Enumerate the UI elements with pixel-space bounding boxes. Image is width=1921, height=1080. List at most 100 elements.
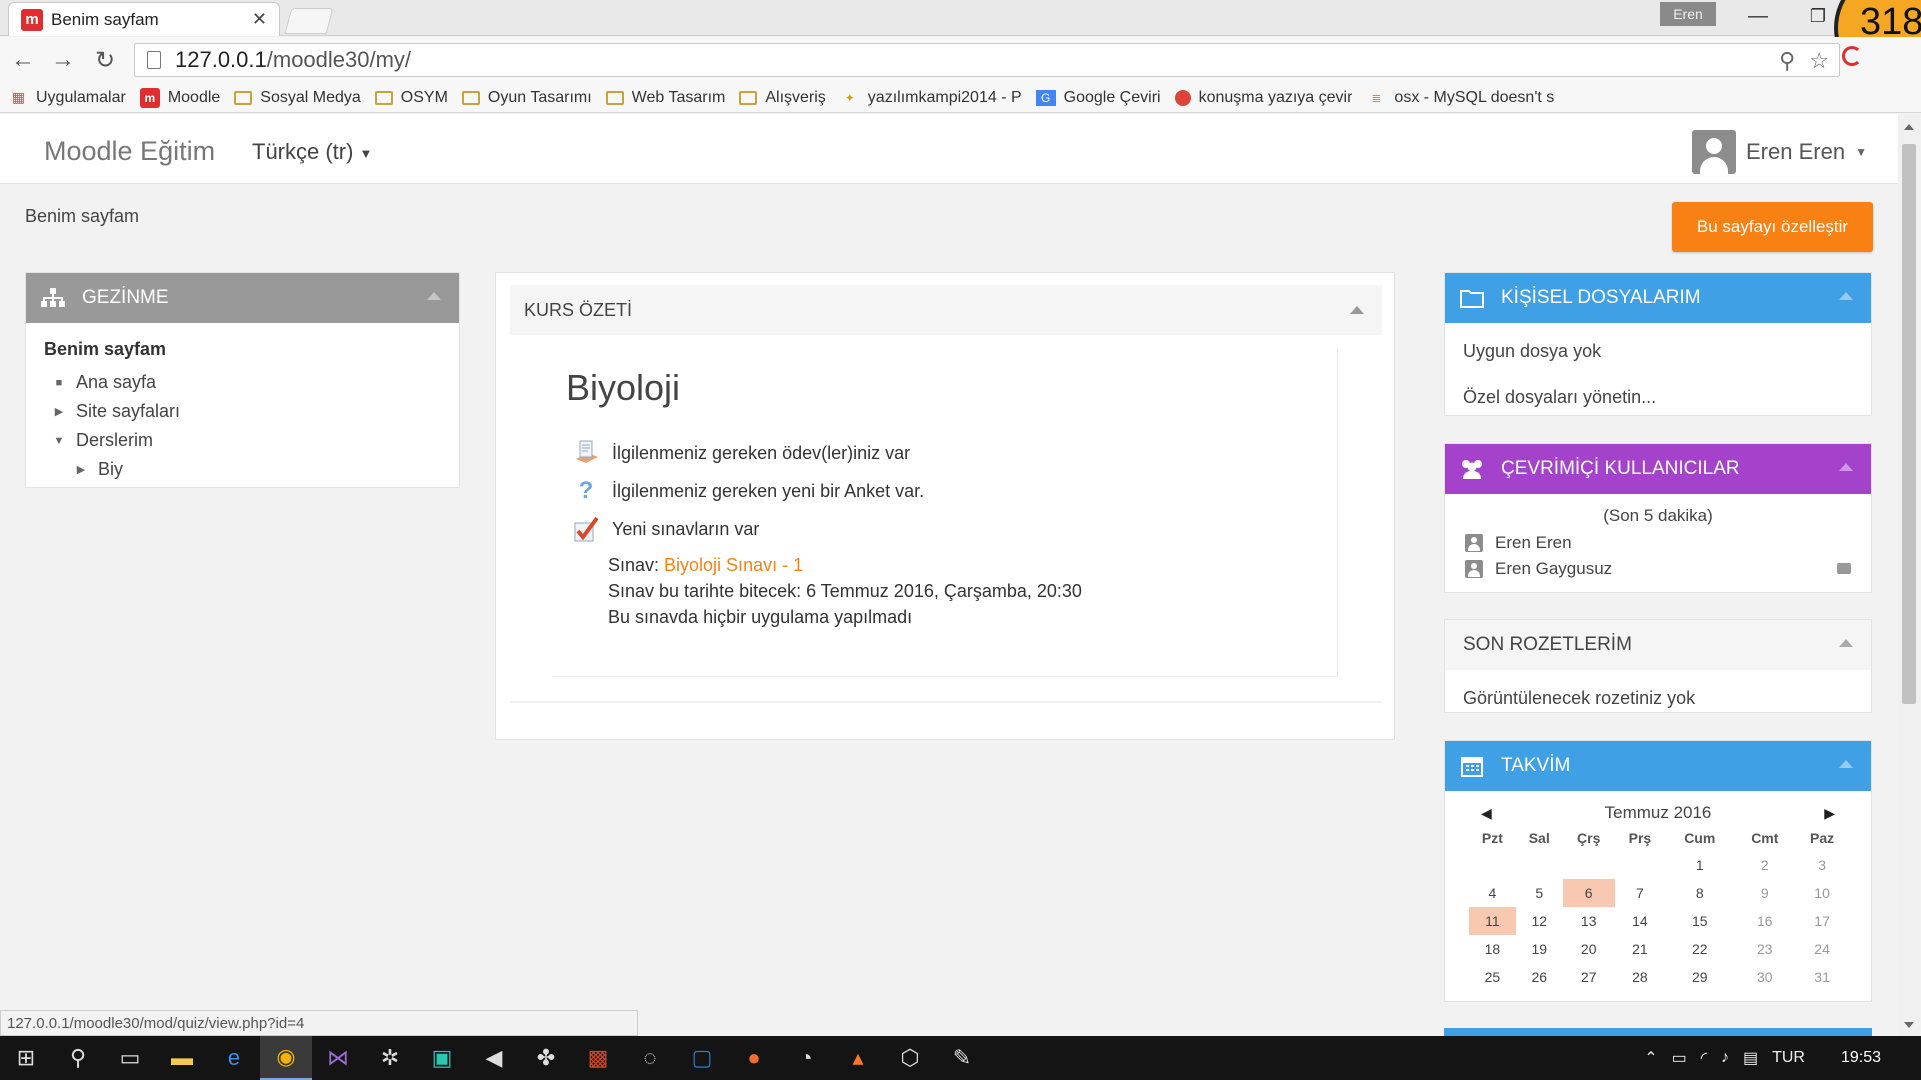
media-app-icon[interactable]: ◀ — [468, 1036, 520, 1080]
forward-arrow-icon[interactable]: → — [48, 45, 78, 75]
calendar-day[interactable]: 12 — [1516, 907, 1563, 935]
bookmark-item[interactable]: Alışveriş — [739, 89, 826, 107]
minimize-window-icon[interactable]: — — [1740, 2, 1776, 30]
bookmark-item[interactable]: m Moodle — [139, 87, 220, 108]
course-overview-header[interactable]: KURS ÖZETİ — [510, 285, 1382, 335]
calendar-day[interactable]: 13 — [1563, 907, 1615, 935]
nav-root-my-page[interactable]: Benim sayfam — [44, 339, 441, 360]
wifi-icon[interactable]: ◜ — [1701, 1048, 1707, 1068]
collapse-arrow-icon[interactable] — [1839, 463, 1853, 471]
windows-start-icon[interactable]: ⊞ — [0, 1036, 52, 1080]
calendar-day[interactable]: 8 — [1665, 879, 1734, 907]
nav-item-home[interactable]: ■ Ana sayfa — [44, 368, 441, 397]
app-icon[interactable]: ✤ — [520, 1036, 572, 1080]
bookmark-item[interactable]: ≣ osx - MySQL doesn't s — [1366, 89, 1554, 107]
calendar-day[interactable]: 14 — [1615, 907, 1665, 935]
bookmark-item[interactable]: Web Tasarım — [605, 89, 725, 107]
collapse-arrow-icon[interactable] — [1839, 760, 1853, 768]
calendar-day[interactable]: 22 — [1665, 935, 1734, 963]
collapse-arrow-icon[interactable] — [1350, 306, 1364, 314]
user-menu[interactable]: Eren Eren ▼ — [1692, 130, 1867, 174]
calendar-day[interactable]: 19 — [1516, 935, 1563, 963]
input-language[interactable]: TUR — [1772, 1049, 1805, 1067]
private-files-header[interactable]: KİŞİSEL DOSYALARIM — [1445, 273, 1871, 323]
tray-expand-icon[interactable]: ⌃ — [1644, 1048, 1657, 1068]
paint-icon[interactable]: ✎ — [936, 1036, 988, 1080]
task-view-icon[interactable]: ▭ — [104, 1036, 156, 1080]
file-explorer-icon[interactable]: ▬ — [156, 1036, 208, 1080]
reload-icon[interactable]: ↻ — [90, 45, 120, 75]
volume-icon[interactable]: ♪ — [1721, 1049, 1729, 1067]
calendar-day[interactable]: 30 — [1734, 963, 1795, 991]
calendar-day[interactable]: 15 — [1665, 907, 1734, 935]
search-icon[interactable]: ⚲ — [52, 1036, 104, 1080]
scroll-up-icon[interactable] — [1904, 124, 1914, 130]
notifications-icon[interactable]: ▤ — [1743, 1048, 1758, 1068]
page-scrollbar[interactable] — [1898, 114, 1920, 1036]
settings-app-icon[interactable]: ✲ — [364, 1036, 416, 1080]
bookmark-item[interactable]: ✦ yazılımkampi2014 - P — [840, 89, 1022, 107]
steam-icon[interactable]: ◔ — [780, 1036, 832, 1080]
breadcrumb[interactable]: Benim sayfam — [25, 206, 139, 227]
navigation-block-header[interactable]: GEZİNME — [26, 273, 459, 323]
bookmark-item[interactable]: OSYM — [374, 89, 448, 107]
nav-item-my-courses[interactable]: ▼ Derslerim — [44, 426, 441, 455]
calendar-day[interactable]: 5 — [1516, 879, 1563, 907]
online-users-header[interactable]: ÇEVRİMİÇİ KULLANICILAR — [1445, 444, 1871, 494]
calendar-day[interactable]: 27 — [1563, 963, 1615, 991]
calendar-day[interactable]: 16 — [1734, 907, 1795, 935]
browser-profile-chip[interactable]: Eren — [1660, 2, 1716, 26]
new-tab-button[interactable] — [284, 8, 334, 34]
clock[interactable]: 19:53 — [1841, 1049, 1881, 1067]
calendar-day[interactable]: 3 — [1795, 851, 1849, 879]
course-title-link[interactable]: Biyoloji — [566, 367, 680, 409]
back-arrow-icon[interactable]: ← — [8, 45, 38, 75]
bookmark-item[interactable]: Sosyal Medya — [234, 89, 361, 107]
language-menu[interactable]: Türkçe (tr) ▼ — [252, 139, 372, 165]
calendar-day[interactable]: 18 — [1469, 935, 1516, 963]
collapse-arrow-icon[interactable] — [1839, 292, 1853, 300]
latest-badges-header[interactable]: SON ROZETLERİM — [1445, 620, 1871, 670]
code-editor-icon[interactable]: ▣ — [416, 1036, 468, 1080]
outlook-icon[interactable]: ▢ — [676, 1036, 728, 1080]
calendar-day[interactable]: 1 — [1665, 851, 1734, 879]
calendar-day[interactable]: 9 — [1734, 879, 1795, 907]
scroll-thumb[interactable] — [1902, 144, 1916, 704]
powerpoint-icon[interactable]: ▩ — [572, 1036, 624, 1080]
site-brand-link[interactable]: Moodle Eğitim — [44, 136, 215, 167]
zoom-magnifier-icon[interactable]: ⚲ — [1779, 48, 1795, 74]
calendar-day[interactable]: 24 — [1795, 935, 1849, 963]
restore-window-icon[interactable]: ❐ — [1800, 2, 1836, 30]
xampp-icon[interactable]: ▴ — [832, 1036, 884, 1080]
bookmark-star-icon[interactable]: ☆ — [1809, 48, 1829, 74]
calendar-day[interactable]: 20 — [1563, 935, 1615, 963]
chrome-browser-icon[interactable]: ◉ — [260, 1036, 312, 1080]
address-bar[interactable]: 127.0.0.1/moodle30/my/ ⚲ ☆ — [134, 43, 1840, 77]
browser-tab-active[interactable]: m Benim sayfam ✕ — [8, 2, 280, 36]
calendar-day[interactable]: 28 — [1615, 963, 1665, 991]
nav-item-biy[interactable]: ▶ Biy — [44, 455, 441, 484]
bookmark-item[interactable]: ▦ Uygulamalar — [8, 89, 126, 107]
extension-power-icon[interactable] — [1842, 46, 1862, 66]
calendar-day[interactable]: 26 — [1516, 963, 1563, 991]
calendar-day[interactable]: 23 — [1734, 935, 1795, 963]
close-tab-icon[interactable]: ✕ — [252, 9, 267, 30]
collapse-arrow-icon[interactable] — [1839, 639, 1853, 647]
nav-item-site-pages[interactable]: ▶ Site sayfaları — [44, 397, 441, 426]
calendar-day[interactable]: 10 — [1795, 879, 1849, 907]
calendar-day[interactable]: 21 — [1615, 935, 1665, 963]
previous-month-icon[interactable]: ◀ — [1481, 805, 1492, 822]
unity-icon[interactable]: ◌ — [624, 1036, 676, 1080]
message-icon[interactable] — [1837, 563, 1851, 574]
edge-browser-icon[interactable]: e — [208, 1036, 260, 1080]
next-month-icon[interactable]: ▶ — [1824, 805, 1835, 822]
online-user[interactable]: Eren Eren — [1445, 530, 1871, 556]
bookmark-item[interactable]: konuşma yazıya çevir — [1174, 89, 1352, 107]
visual-studio-icon[interactable]: ⋈ — [312, 1036, 364, 1080]
calendar-day[interactable]: 2 — [1734, 851, 1795, 879]
quiz-link[interactable]: Biyoloji Sınavı - 1 — [664, 555, 803, 575]
calendar-day[interactable]: 7 — [1615, 879, 1665, 907]
package-icon[interactable]: ⬡ — [884, 1036, 936, 1080]
calendar-day[interactable]: 29 — [1665, 963, 1734, 991]
scroll-down-icon[interactable] — [1904, 1022, 1914, 1028]
